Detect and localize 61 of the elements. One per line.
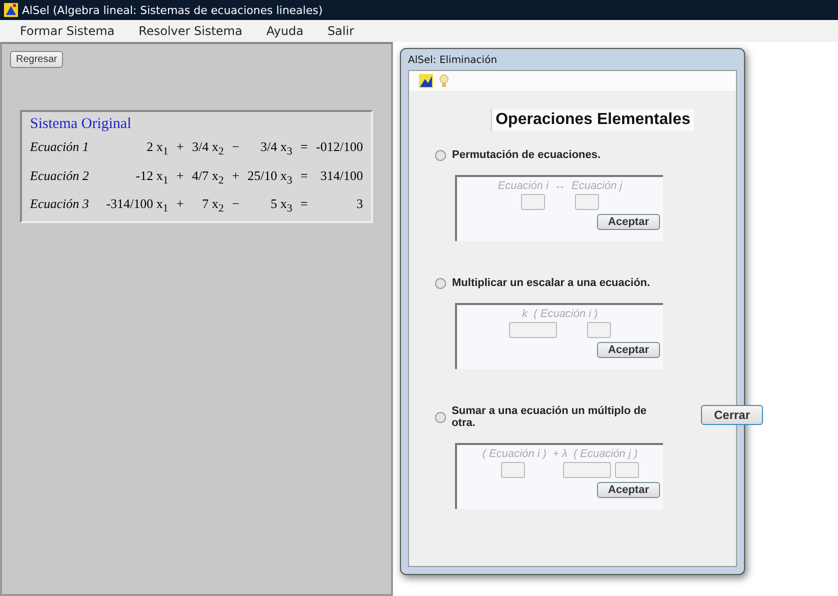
menu-item[interactable]: Resolver Sistema xyxy=(138,24,242,38)
input-field[interactable] xyxy=(587,322,611,338)
input-field[interactable] xyxy=(615,462,639,478)
radio-button[interactable] xyxy=(435,278,446,288)
menu-item[interactable]: Formar Sistema xyxy=(20,24,115,38)
radio-button[interactable] xyxy=(435,412,446,422)
equation-term: = xyxy=(300,139,308,155)
equation-term: 2 x$_{1}$ xyxy=(146,139,168,158)
hint-label: ↔ xyxy=(554,180,566,192)
equation-term: 4/7 x$_{2}$ xyxy=(191,168,224,186)
equation-term: 7 x$_{2}$ xyxy=(201,196,224,215)
accept-button[interactable]: Aceptar xyxy=(597,214,660,230)
hint-label: Ecuación i xyxy=(498,180,548,192)
equation-term: + xyxy=(175,196,184,212)
accept-button[interactable]: Aceptar xyxy=(597,342,660,358)
radio-button[interactable] xyxy=(435,150,446,160)
hint-label: ( Ecuación j ) xyxy=(573,448,638,460)
equation-term: -314/100 x$_{1}$ xyxy=(105,196,168,215)
equation-term: 3/4 x$_{2}$ xyxy=(191,139,224,158)
equation-term: 3 xyxy=(356,196,363,212)
hint-label: ( Ecuación i ) xyxy=(534,308,598,320)
input-field[interactable] xyxy=(575,194,599,210)
option-label[interactable]: Multiplicar un escalar a una ecuación. xyxy=(452,277,650,289)
back-button[interactable]: Regresar xyxy=(10,51,64,68)
equation-term: − xyxy=(231,139,240,155)
window-title: AlSel (Algebra lineal: Sistemas de ecuaciones lineales) xyxy=(22,4,323,16)
input-field[interactable] xyxy=(509,322,557,338)
hint-label: k xyxy=(522,308,528,320)
chart-icon[interactable] xyxy=(419,74,433,88)
menu-item[interactable]: Ayuda xyxy=(266,24,304,38)
accept-button[interactable]: Aceptar xyxy=(597,482,660,498)
equation-term: + xyxy=(175,139,184,155)
equation-term: = xyxy=(300,196,308,212)
app-icon xyxy=(4,3,18,17)
input-field[interactable] xyxy=(521,194,545,210)
option-label[interactable]: Sumar a una ecuación un múltiplo de otra. xyxy=(452,405,663,429)
equation-term: -012/100 xyxy=(315,139,363,155)
equation-label: Ecuación 3 xyxy=(30,196,90,212)
system-title: Sistema Original xyxy=(30,116,132,133)
hint-label: ( Ecuación i ) xyxy=(482,448,547,460)
equation-term: + xyxy=(231,168,240,184)
hint-label: Ecuación j xyxy=(572,180,622,192)
dialog-title: AlSel: Eliminación xyxy=(408,54,498,68)
equation-term: + xyxy=(175,168,184,184)
equation-label: Ecuación 1 xyxy=(30,139,90,155)
input-field[interactable] xyxy=(563,462,611,478)
equation-term: 3/4 x$_{3}$ xyxy=(260,139,292,158)
menu-item[interactable]: Salir xyxy=(327,24,354,38)
close-button[interactable]: Cerrar xyxy=(701,405,764,425)
equation-term: -12 x$_{1}$ xyxy=(134,168,168,186)
equation-label: Ecuación 2 xyxy=(30,168,90,184)
option-label[interactable]: Permutación de ecuaciones. xyxy=(452,149,601,161)
equation-term: 5 x$_{3}$ xyxy=(270,196,292,215)
equation-term: 314/100 xyxy=(319,168,363,184)
equation-term: − xyxy=(231,196,240,212)
lightbulb-icon[interactable] xyxy=(439,74,449,88)
input-field[interactable] xyxy=(501,462,525,478)
dialog-heading: Operaciones Elementales xyxy=(490,109,694,131)
hint-label: + λ xyxy=(552,448,568,460)
equation-term: 25/10 x$_{3}$ xyxy=(246,168,292,186)
equation-term: = xyxy=(300,168,308,184)
